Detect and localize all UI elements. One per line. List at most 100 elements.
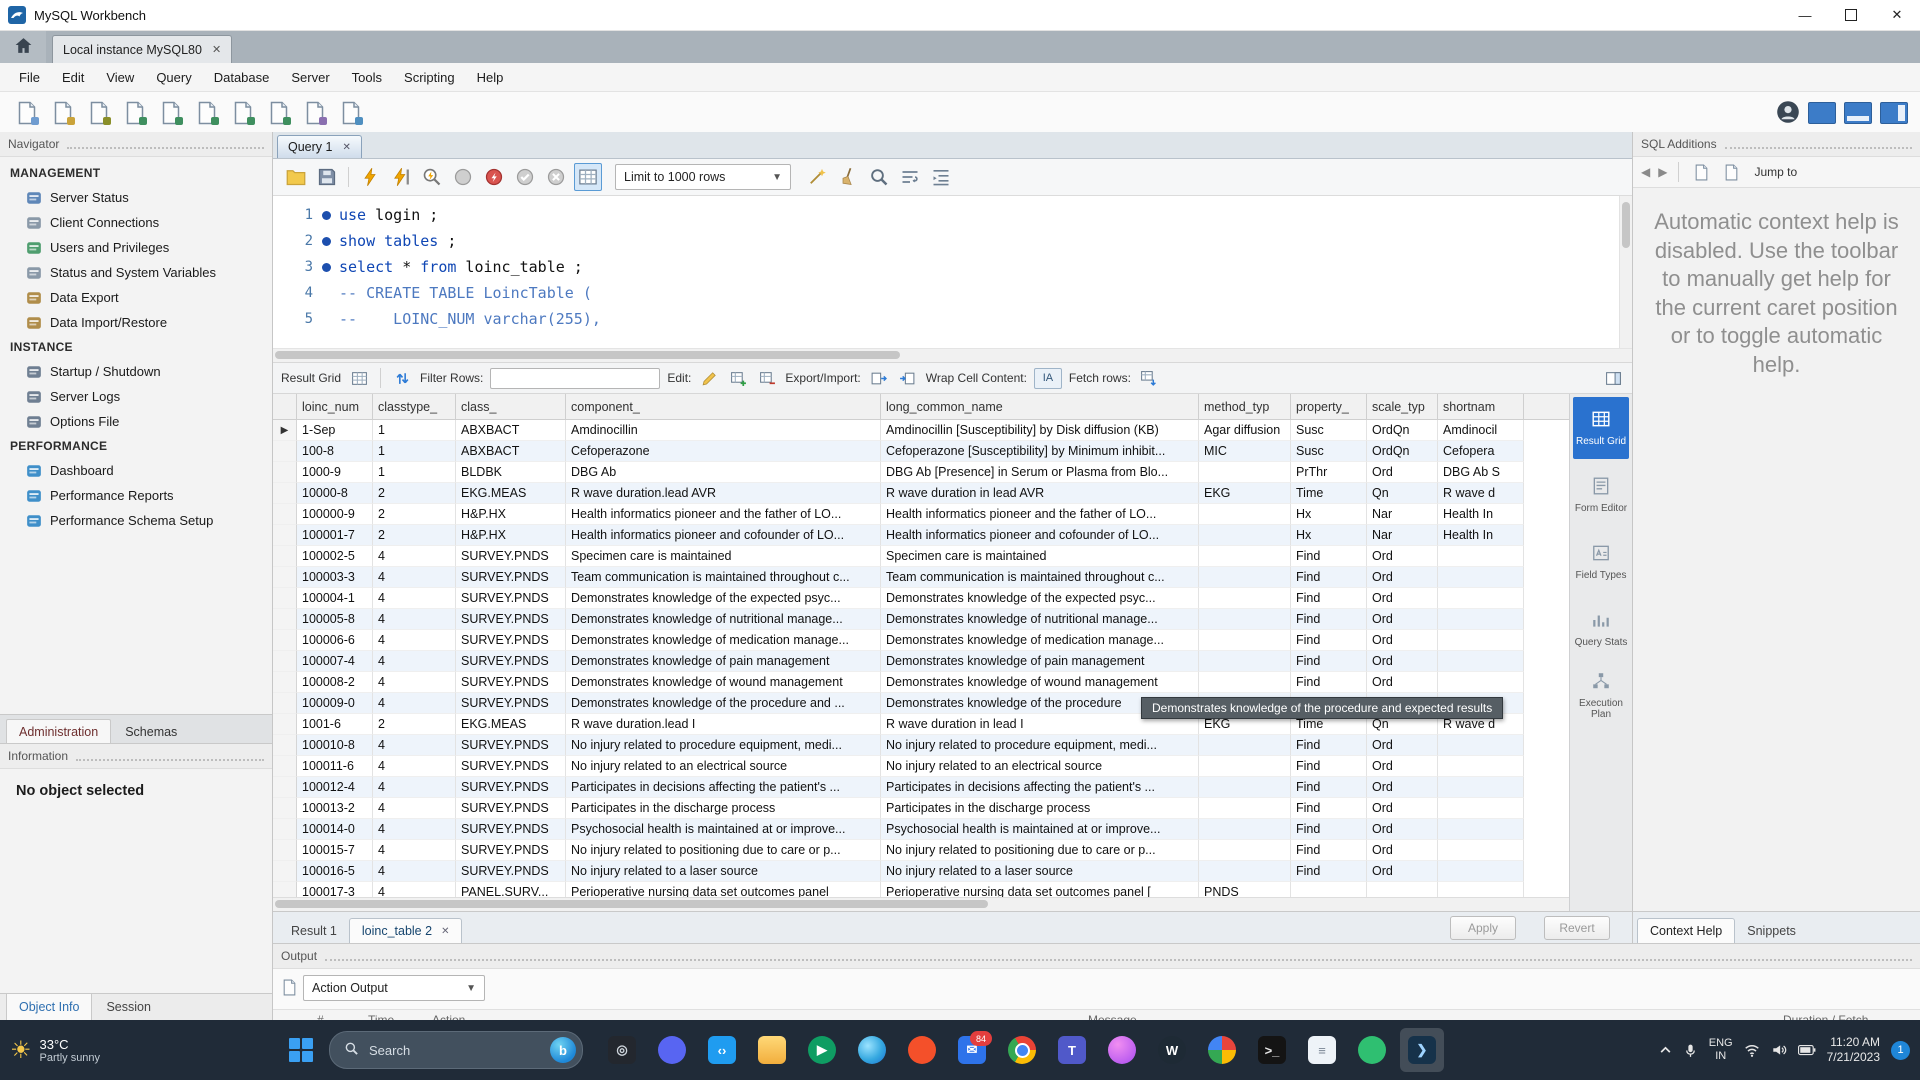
grid-cell[interactable]: DBG Ab bbox=[566, 462, 881, 483]
edge-icon[interactable] bbox=[850, 1028, 894, 1072]
grid-cell[interactable] bbox=[1367, 882, 1438, 897]
grid-cell[interactable]: Demonstrates knowledge of pain managemen… bbox=[566, 651, 881, 672]
grid-cell[interactable]: Find bbox=[1291, 777, 1367, 798]
result-tab-loinc-table-2[interactable]: loinc_table 2 ✕ bbox=[348, 918, 463, 943]
grid-cell[interactable]: 100005-8 bbox=[297, 609, 373, 630]
grid-cell[interactable]: Ord bbox=[1367, 609, 1438, 630]
table-row[interactable]: 100006-6 4 SURVEY.PNDS Demonstrates knowled… bbox=[273, 630, 1569, 651]
grid-cell[interactable]: 100003-3 bbox=[297, 567, 373, 588]
grid-cell[interactable]: 4 bbox=[373, 546, 456, 567]
grid-cell[interactable]: Cefoperazone bbox=[566, 441, 881, 462]
grid-cell[interactable]: EKG bbox=[1199, 483, 1291, 504]
connection-tab[interactable]: Local instance MySQL80 ✕ bbox=[52, 35, 233, 63]
tray-overflow-chevron-icon[interactable] bbox=[1659, 1044, 1672, 1057]
grid-cell[interactable]: Find bbox=[1291, 756, 1367, 777]
grid-cell[interactable]: 4 bbox=[373, 756, 456, 777]
table-row[interactable]: 100004-1 4 SURVEY.PNDS Demonstrates knowled… bbox=[273, 588, 1569, 609]
grid-cell[interactable]: Nar bbox=[1367, 525, 1438, 546]
grid-column-header-scale-typ[interactable]: scale_typ bbox=[1367, 394, 1438, 419]
grid-cell[interactable]: SURVEY.PNDS bbox=[456, 651, 566, 672]
android-app-icon[interactable] bbox=[1350, 1028, 1394, 1072]
grid-cell[interactable]: Ord bbox=[1367, 588, 1438, 609]
grid-cell[interactable]: Find bbox=[1291, 861, 1367, 882]
grid-cell[interactable] bbox=[1438, 567, 1524, 588]
grid-horizontal-scrollbar[interactable] bbox=[273, 897, 1569, 911]
grid-cell[interactable]: OrdQn bbox=[1367, 420, 1438, 441]
grid-cell[interactable]: Demonstrates knowledge of the expected p… bbox=[566, 588, 881, 609]
nav-item-options-file[interactable]: Options File bbox=[0, 409, 272, 434]
view-button-form-editor[interactable]: Form Editor bbox=[1573, 464, 1629, 526]
grid-cell[interactable] bbox=[1199, 672, 1291, 693]
menu-item-scripting[interactable]: Scripting bbox=[393, 70, 466, 85]
create-table-icon[interactable] bbox=[156, 98, 186, 128]
grid-cell[interactable]: 4 bbox=[373, 777, 456, 798]
apply-button[interactable]: Apply bbox=[1450, 915, 1516, 940]
grid-cell[interactable] bbox=[1291, 882, 1367, 897]
grid-cell[interactable]: Ord bbox=[1367, 735, 1438, 756]
grid-cell[interactable] bbox=[1199, 609, 1291, 630]
grid-cell[interactable]: Find bbox=[1291, 630, 1367, 651]
grid-cell[interactable]: Amdinocillin bbox=[566, 420, 881, 441]
grid-cell[interactable]: SURVEY.PNDS bbox=[456, 819, 566, 840]
grid-cell[interactable]: 4 bbox=[373, 819, 456, 840]
table-row[interactable]: 100001-7 2 H&P.HX Health informatics pionee… bbox=[273, 525, 1569, 546]
menu-item-view[interactable]: View bbox=[95, 70, 145, 85]
editor-vertical-scrollbar[interactable] bbox=[1619, 196, 1632, 348]
grid-cell[interactable]: 100008-2 bbox=[297, 672, 373, 693]
create-view-icon[interactable] bbox=[192, 98, 222, 128]
grid-cell[interactable]: 100014-0 bbox=[297, 819, 373, 840]
table-row[interactable]: 100014-0 4 SURVEY.PNDS Psychosocial health … bbox=[273, 819, 1569, 840]
notification-count-badge[interactable]: 1 bbox=[1891, 1040, 1910, 1060]
home-button[interactable] bbox=[0, 31, 46, 63]
grid-cell[interactable]: 2 bbox=[373, 483, 456, 504]
forward-icon[interactable]: ▶ bbox=[1658, 165, 1667, 179]
nav-item-data-export[interactable]: Data Export bbox=[0, 285, 272, 310]
grid-cell[interactable]: Susc bbox=[1291, 420, 1367, 441]
nav-item-data-import-restore[interactable]: Data Import/Restore bbox=[0, 310, 272, 335]
grid-cell[interactable] bbox=[1199, 525, 1291, 546]
grid-cell[interactable]: OrdQn bbox=[1367, 441, 1438, 462]
output-type-dropdown[interactable]: Action Output ▼ bbox=[303, 975, 485, 1001]
inspector-icon[interactable] bbox=[84, 98, 114, 128]
grid-cell[interactable]: Health informatics pioneer and cofounder… bbox=[881, 525, 1199, 546]
open-file-icon[interactable] bbox=[283, 164, 309, 190]
toggle-output-area-icon[interactable] bbox=[1844, 102, 1872, 124]
grid-cell[interactable]: Participates in the discharge process bbox=[566, 798, 881, 819]
vscode-icon[interactable]: ‹› bbox=[700, 1028, 744, 1072]
grid-cell[interactable]: Demonstrates knowledge of the expected p… bbox=[881, 588, 1199, 609]
grid-cell[interactable]: Hx bbox=[1291, 504, 1367, 525]
new-query-tab-icon[interactable] bbox=[12, 98, 42, 128]
grid-cell[interactable]: 2 bbox=[373, 525, 456, 546]
grid-column-header-class[interactable]: class_ bbox=[456, 394, 566, 419]
grid-cell[interactable]: 4 bbox=[373, 630, 456, 651]
grid-cell[interactable]: Time bbox=[1291, 483, 1367, 504]
nav-item-performance-schema-setup[interactable]: Performance Schema Setup bbox=[0, 508, 272, 533]
grid-cell[interactable] bbox=[1199, 630, 1291, 651]
panel-tab-snippets[interactable]: Snippets bbox=[1735, 919, 1808, 943]
grid-cell[interactable]: 4 bbox=[373, 735, 456, 756]
grid-cell[interactable]: Find bbox=[1291, 840, 1367, 861]
grid-cell[interactable]: Amdinocillin [Susceptibility] by Disk di… bbox=[881, 420, 1199, 441]
nav-item-startup-shutdown[interactable]: Startup / Shutdown bbox=[0, 359, 272, 384]
grid-cell[interactable]: Find bbox=[1291, 588, 1367, 609]
grid-cell[interactable]: SURVEY.PNDS bbox=[456, 546, 566, 567]
grid-cell[interactable]: ABXBACT bbox=[456, 420, 566, 441]
grid-cell[interactable]: Participates in the discharge process bbox=[881, 798, 1199, 819]
grid-cell[interactable]: 1000-9 bbox=[297, 462, 373, 483]
microphone-icon[interactable] bbox=[1683, 1043, 1698, 1058]
grid-cell[interactable] bbox=[1199, 546, 1291, 567]
toggle-sidebar-icon[interactable] bbox=[1808, 102, 1836, 124]
grid-cell[interactable]: 4 bbox=[373, 567, 456, 588]
grid-cell[interactable]: R wave d bbox=[1438, 483, 1524, 504]
filter-rows-input[interactable] bbox=[490, 367, 661, 389]
table-row[interactable]: 1000-9 1 BLDBK DBG Ab DBG Ab [Presence] in S… bbox=[273, 462, 1569, 483]
nav-item-dashboard[interactable]: Dashboard bbox=[0, 458, 272, 483]
account-icon[interactable] bbox=[1776, 100, 1800, 127]
grid-cell[interactable]: No injury related to an electrical sourc… bbox=[881, 756, 1199, 777]
minimize-button[interactable]: — bbox=[1782, 0, 1828, 30]
grid-cell[interactable]: SURVEY.PNDS bbox=[456, 735, 566, 756]
wifi-icon[interactable] bbox=[1744, 1042, 1760, 1058]
jump-to-label[interactable]: Jump to bbox=[1754, 165, 1797, 179]
table-row[interactable]: 100011-6 4 SURVEY.PNDS No injury related to… bbox=[273, 756, 1569, 777]
grid-cell[interactable]: Find bbox=[1291, 672, 1367, 693]
